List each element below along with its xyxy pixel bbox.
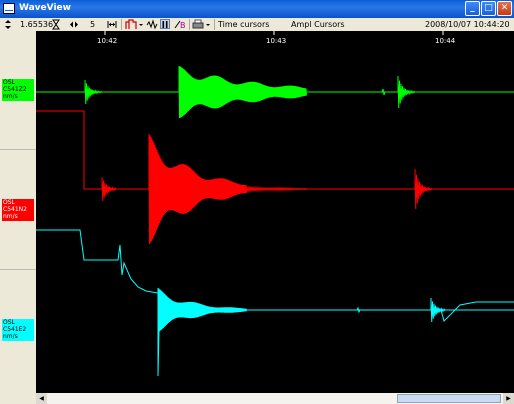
channel-label-e[interactable]: OSL C541E2 nm/s	[2, 319, 34, 341]
trace-n-early-event	[101, 176, 117, 202]
time-cursors-button[interactable]: Time cursors	[218, 19, 269, 30]
fit-icon[interactable]	[107, 19, 117, 30]
trace-n-late-event	[414, 168, 433, 210]
scroll-left-icon[interactable]: ◀	[36, 393, 47, 404]
time-axis: 10:42 10:43 10:44	[97, 31, 456, 45]
print-dropdown-icon[interactable]	[205, 19, 211, 30]
window-title: WaveView	[19, 3, 71, 13]
channel-separator	[0, 269, 36, 270]
waveform-canvas: 10:42 10:43 10:44	[36, 31, 514, 377]
trace-z-small-spike	[381, 88, 386, 96]
channel-code: C541E2	[3, 326, 27, 333]
trace-z-main-event	[178, 65, 307, 119]
channel-code: C541N2	[3, 206, 27, 213]
channel-label-z[interactable]: OSL C541Z2 nm/s	[2, 79, 34, 101]
svg-text:B: B	[180, 21, 186, 30]
trace-z-early-event	[84, 79, 103, 105]
trace-e-drift	[36, 229, 514, 311]
left-right-arrows-icon[interactable]	[69, 19, 79, 30]
time-label-1043: 10:43	[266, 37, 286, 45]
channel-unit: nm/s	[3, 213, 18, 220]
step-value[interactable]: 5	[90, 19, 95, 30]
trace-n-main-tail	[245, 185, 308, 193]
channel-unit: nm/s	[3, 333, 18, 340]
wave-view-window: WaveView _ □ ✕ 1.65536 5 B Time cursors …	[0, 0, 514, 404]
print-icon[interactable]	[192, 19, 204, 30]
time-label-1044: 10:44	[435, 37, 456, 45]
channel-station: OSL	[3, 199, 15, 206]
wave-icon[interactable]	[146, 19, 158, 30]
channel-unit: nm/s	[3, 93, 18, 100]
channel-label-n[interactable]: OSL C541N2 nm/s	[2, 199, 34, 221]
trace-z-late-event	[397, 75, 416, 109]
scroll-corner	[0, 393, 36, 404]
waveform-plot[interactable]: 10:42 10:43 10:44	[36, 31, 514, 393]
channel-station: OSL	[3, 319, 15, 326]
toolbar-separator	[121, 19, 122, 30]
title-bar[interactable]: WaveView _ □ ✕	[0, 0, 514, 18]
channel-separator	[0, 149, 36, 150]
toolbar-separator	[214, 19, 215, 30]
time-label-1042: 10:42	[97, 37, 117, 45]
ampl-cursors-button[interactable]: Ampl Cursors	[291, 19, 345, 30]
scroll-right-icon[interactable]: ▶	[503, 393, 514, 404]
trace-e-small-spike	[356, 306, 361, 314]
channel-label-panel: OSL C541Z2 nm/s OSL C541N2 nm/s OSL C541…	[0, 31, 37, 393]
filter-dropdown-icon[interactable]	[138, 19, 144, 30]
trace-e-main-event	[157, 287, 247, 333]
trace-n-step	[36, 110, 514, 190]
scale-value[interactable]: 1.65536	[20, 19, 53, 30]
maximize-button[interactable]: □	[481, 1, 496, 16]
maximize-icon: □	[484, 3, 493, 13]
horizontal-scrollbar[interactable]: ◀ ▶	[36, 393, 514, 404]
minimize-button[interactable]: _	[465, 1, 480, 16]
close-icon: ✕	[500, 3, 509, 13]
edit-icon[interactable]: B	[173, 19, 187, 30]
close-button[interactable]: ✕	[497, 1, 512, 16]
scrollbar-thumb[interactable]	[397, 394, 501, 403]
channel-code: C541Z2	[3, 86, 27, 93]
filter-icon[interactable]	[125, 19, 137, 30]
trace-e-late-recovery	[440, 301, 514, 322]
app-icon	[3, 3, 15, 14]
updown-arrows-icon[interactable]	[4, 19, 12, 30]
time-scale-icon[interactable]	[52, 19, 60, 30]
channel-station: OSL	[3, 79, 15, 86]
datetime-readout: 2008/10/07 10:44:20	[425, 20, 510, 29]
toolbar-separator	[189, 19, 190, 30]
pause-icon[interactable]	[160, 19, 170, 29]
toolbar: 1.65536 5 B Time cursors Ampl Cursors 20…	[0, 18, 514, 32]
trace-n-main-event	[148, 133, 247, 245]
minimize-icon: _	[470, 3, 475, 13]
